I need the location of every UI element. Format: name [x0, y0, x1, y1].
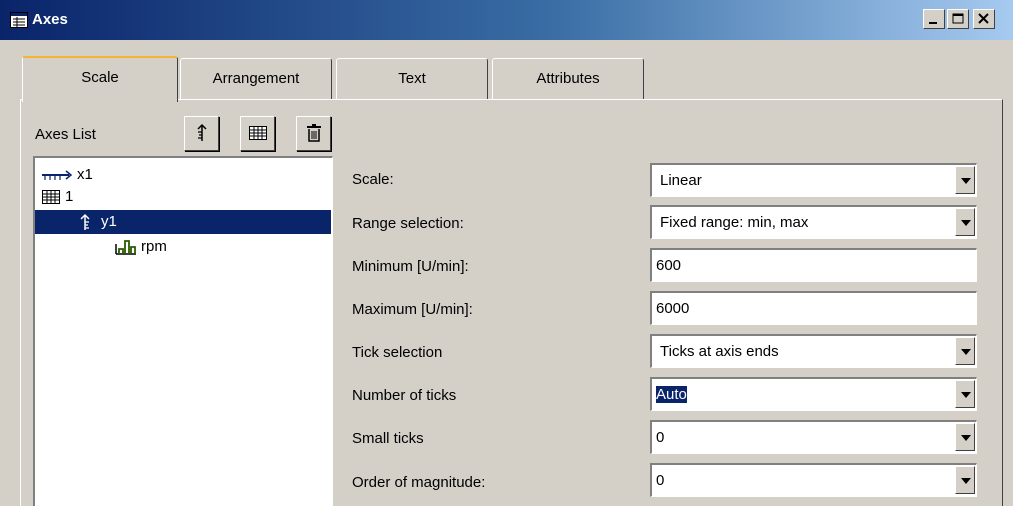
axes-list-label: Axes List: [35, 126, 96, 143]
tab-label: Arrangement: [212, 70, 300, 87]
tree-item-label: x1: [77, 166, 93, 183]
tab-text[interactable]: Text: [336, 58, 488, 100]
tree-item-coordinate-system-1[interactable]: 1: [41, 186, 321, 208]
tab-label: Text: [398, 70, 426, 87]
tree-item-label: 1: [65, 188, 74, 205]
tab-label: Scale: [81, 69, 119, 86]
coordinate-system-icon: [42, 190, 60, 204]
tab-scale[interactable]: Scale: [22, 56, 178, 102]
axes-window-icon: [10, 12, 28, 28]
tab-label: Attributes: [536, 70, 600, 87]
minimize-icon: [929, 22, 937, 24]
tree-item-label: rpm: [141, 238, 167, 255]
tab-attributes[interactable]: Attributes: [492, 58, 644, 100]
delete-button[interactable]: [296, 116, 331, 151]
trash-icon: [307, 124, 321, 142]
close-button[interactable]: [973, 9, 995, 29]
title-bar[interactable]: Axes: [0, 0, 1013, 40]
tree-item-x1[interactable]: x1: [41, 164, 321, 186]
maximize-button[interactable]: [947, 9, 969, 29]
window-title: Axes: [32, 11, 68, 28]
x-axis-icon: [42, 170, 73, 180]
tree-item-label: y1: [101, 213, 117, 230]
minimize-button[interactable]: [923, 9, 945, 29]
coordinate-system-icon: [249, 126, 267, 140]
tree-item-y1[interactable]: y1: [35, 210, 331, 234]
close-icon: [978, 13, 989, 24]
channel-icon: [115, 240, 136, 255]
y-axis-icon: [80, 213, 90, 230]
tab-arrangement[interactable]: Arrangement: [180, 58, 332, 100]
axes-dialog-window: Axes Scale Arrangement Text Attributes A…: [0, 0, 1013, 506]
maximize-icon: [952, 13, 964, 24]
add-coordinate-system-button[interactable]: [240, 116, 275, 151]
tree-item-rpm[interactable]: rpm: [115, 236, 315, 258]
add-axis-button[interactable]: [184, 116, 219, 151]
axes-tree[interactable]: x1 1 y1 rpm: [33, 156, 333, 506]
axis-up-icon: [197, 123, 207, 141]
